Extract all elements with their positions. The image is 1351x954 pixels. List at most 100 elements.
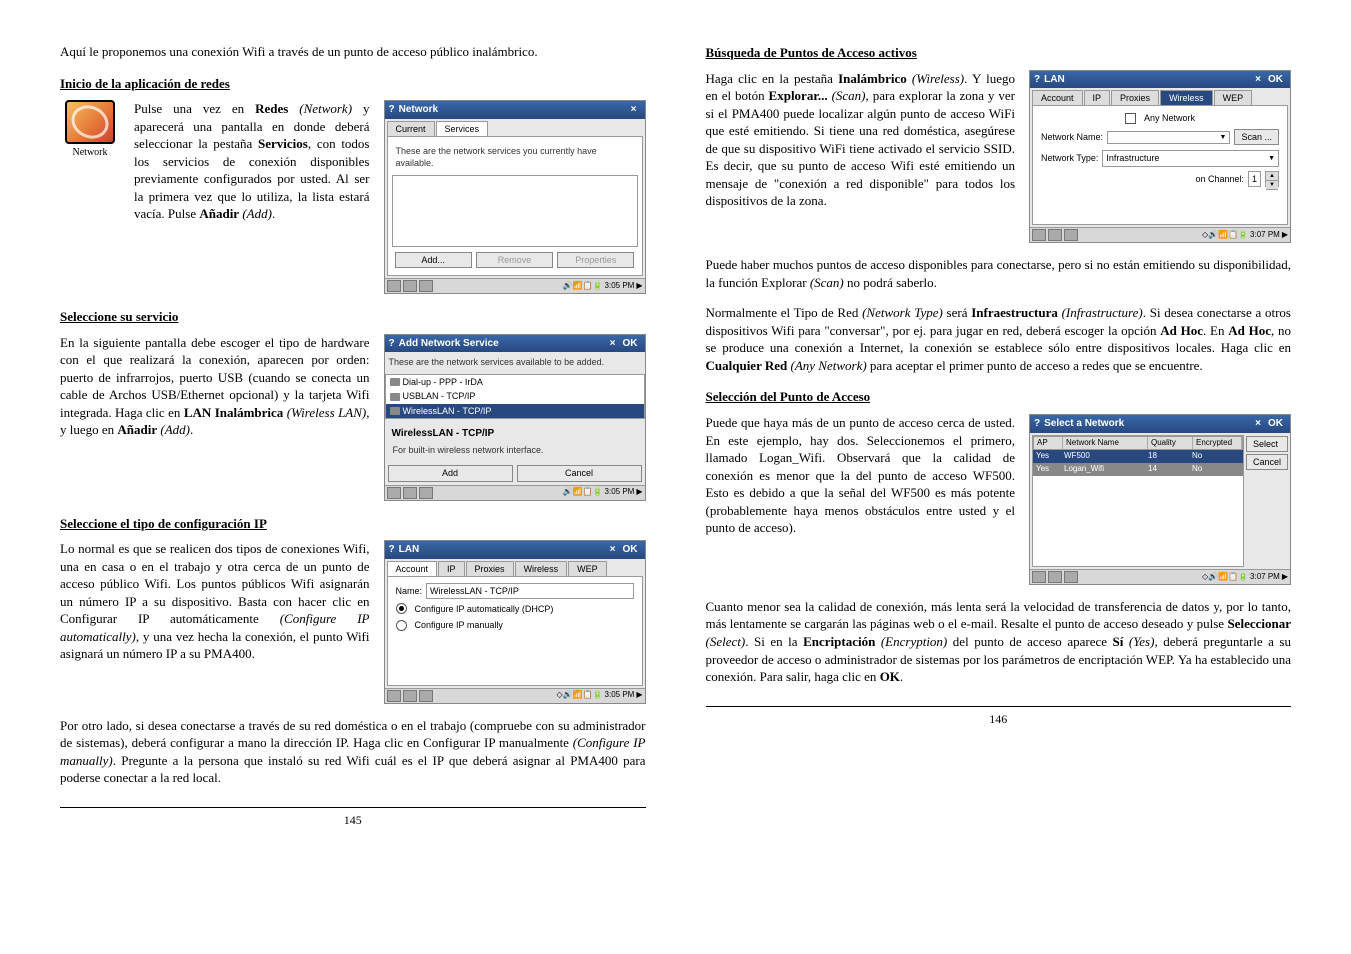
add-svc-msg: These are the network services available… <box>385 352 645 372</box>
network-name-combo[interactable]: ▼ <box>1107 131 1230 144</box>
tab-wep[interactable]: WEP <box>1214 90 1253 105</box>
cancel-button[interactable]: Cancel <box>517 465 642 481</box>
close-icon[interactable]: × <box>606 337 620 351</box>
remove-button[interactable]: Remove <box>476 252 553 268</box>
two-page-spread: Aquí le proponemos una conexión Wifi a t… <box>60 30 1291 828</box>
para-2: En la siguiente pantalla debe escoger el… <box>60 334 370 439</box>
tab-proxies[interactable]: Proxies <box>1111 90 1159 105</box>
help-icon[interactable]: ? <box>1034 417 1040 431</box>
radio-dhcp[interactable]: Configure IP automatically (DHCP) <box>392 601 638 617</box>
page-number: 146 <box>706 706 1292 727</box>
tab-wep[interactable]: WEP <box>568 561 607 576</box>
ok-button[interactable]: OK <box>620 337 641 351</box>
heading-servicio: Seleccione su servicio <box>60 308 646 326</box>
network-name-label: Network Name: <box>1041 131 1103 143</box>
keyboard-icon[interactable] <box>403 280 417 292</box>
network-icon-graphic <box>65 100 115 144</box>
channel-input[interactable]: 1 <box>1248 171 1261 187</box>
para-r2: Puede haber muchos puntos de acceso disp… <box>706 256 1292 291</box>
win-titlebar: ? Select a Network × OK <box>1030 415 1290 433</box>
section-ip: Lo normal es que se realicen dos tipos d… <box>60 540 646 704</box>
help-icon[interactable]: ? <box>1034 73 1040 87</box>
close-icon[interactable]: × <box>1251 73 1265 87</box>
section-seleccion: Puede que haya más de un punto de acceso… <box>706 414 1292 585</box>
taskbar: ◇🔊📶📋🔋 3:07 PM▶ <box>1030 227 1290 242</box>
tray-icons: 🔊📶📋🔋 <box>563 281 603 292</box>
taskbar: ◇🔊📶📋🔋 3:07 PM▶ <box>1030 569 1290 584</box>
ok-button[interactable]: OK <box>1265 73 1286 87</box>
start-icon[interactable] <box>387 280 401 292</box>
network-type-combo[interactable]: Infrastructure▼ <box>1102 150 1279 166</box>
win-titlebar: ? LAN × OK <box>1030 71 1290 89</box>
heading-ip-config: Seleccione el tipo de configuración IP <box>60 515 646 533</box>
tab-ip[interactable]: IP <box>438 561 465 576</box>
close-icon[interactable]: × <box>606 543 620 557</box>
channel-label: on Channel: <box>1195 173 1244 185</box>
table-header: AP Network Name Quality Encrypted <box>1033 436 1243 451</box>
list-item: WirelessLAN - TCP/IP <box>386 404 644 418</box>
win-titlebar: ? Network × <box>385 101 645 119</box>
intro-text: Aquí le proponemos una conexión Wifi a t… <box>60 43 646 61</box>
para-4: Por otro lado, si desea conectarse a tra… <box>60 717 646 787</box>
svc-description: For built-in wireless network interface. <box>389 440 641 460</box>
page-146: Búsqueda de Puntos de Acceso activos Hag… <box>706 30 1292 828</box>
network-icon-label: Network <box>73 147 108 158</box>
page-number: 145 <box>60 807 646 828</box>
list-item: Dial-up - PPP - IrDA <box>386 375 644 389</box>
heading-seleccion: Selección del Punto de Acceso <box>706 388 1292 406</box>
name-label: Name: <box>396 585 423 597</box>
list-item: USBLAN - TCP/IP <box>386 389 644 403</box>
para-r4: Puede que haya más de un punto de acceso… <box>706 414 1016 537</box>
close-icon[interactable]: × <box>627 103 641 117</box>
select-button[interactable]: Select <box>1246 436 1288 452</box>
taskbar: ◇🔊📶📋🔋 3:05 PM▶ <box>385 688 645 703</box>
section-network-icon: Network Pulse una vez en Redes (Network)… <box>60 100 646 294</box>
tab-services[interactable]: Services <box>436 121 489 136</box>
cancel-button[interactable]: Cancel <box>1246 454 1288 470</box>
tab-wireless[interactable]: Wireless <box>515 561 568 576</box>
heading-inicio: Inicio de la aplicación de redes <box>60 75 646 93</box>
add-button[interactable]: Add... <box>395 252 472 268</box>
tab-wireless[interactable]: Wireless <box>1160 90 1213 105</box>
help-icon[interactable]: ? <box>389 103 395 117</box>
tab-current[interactable]: Current <box>387 121 435 136</box>
screenshot-add-service: ? Add Network Service × OK These are the… <box>384 334 646 501</box>
taskbar: 🔊📶📋🔋 3:05 PM▶ <box>385 485 645 500</box>
tab-ip[interactable]: IP <box>1084 90 1111 105</box>
clock: 3:05 PM <box>605 281 635 292</box>
service-options-list[interactable]: Dial-up - PPP - IrDA USBLAN - TCP/IP Wir… <box>385 374 645 418</box>
help-icon[interactable]: ? <box>389 543 395 557</box>
screenshot-select-network: ? Select a Network × OK AP Network Name … <box>1029 414 1291 585</box>
taskbar: 🔊📶📋🔋 3:05 PM ▶ <box>385 278 645 293</box>
any-network-check[interactable]: Any Network <box>1037 110 1283 126</box>
ok-button[interactable]: OK <box>1265 417 1286 431</box>
help-icon[interactable]: ? <box>389 337 395 351</box>
task-icon[interactable] <box>419 280 433 292</box>
tab-account[interactable]: Account <box>387 561 438 576</box>
tab-account[interactable]: Account <box>1032 90 1083 105</box>
para-r3: Normalmente el Tipo de Red (Network Type… <box>706 304 1292 374</box>
name-input[interactable]: WirelessLAN - TCP/IP <box>426 583 633 599</box>
win-titlebar: ? Add Network Service × OK <box>385 335 645 353</box>
section-busqueda: Haga clic en la pestaña Inalámbrico (Wir… <box>706 70 1292 244</box>
add-button[interactable]: Add <box>388 465 513 481</box>
table-row[interactable]: Yes Logan_Wifi 14 No <box>1033 463 1243 476</box>
scan-button[interactable]: Scan ... <box>1234 129 1279 145</box>
para-1: Pulse una vez en Redes (Network) y apare… <box>134 100 370 223</box>
radio-manual[interactable]: Configure IP manually <box>392 617 638 633</box>
services-list[interactable] <box>392 175 638 247</box>
properties-button[interactable]: Properties <box>557 252 634 268</box>
ok-button[interactable]: OK <box>620 543 641 557</box>
channel-spinner[interactable]: ▲▼ <box>1265 171 1279 187</box>
page-145: Aquí le proponemos una conexión Wifi a t… <box>60 30 646 828</box>
tab-proxies[interactable]: Proxies <box>466 561 514 576</box>
close-icon[interactable]: × <box>1251 417 1265 431</box>
screenshot-network: ? Network × Current Services These are t… <box>384 100 646 294</box>
network-app-icon: Network <box>60 100 120 160</box>
screenshot-lan: ? LAN × OK Account IP Proxies Wireless W… <box>384 540 646 704</box>
heading-busqueda: Búsqueda de Puntos de Acceso activos <box>706 44 1292 62</box>
section-servicio: En la siguiente pantalla debe escoger el… <box>60 334 646 501</box>
para-r5: Cuanto menor sea la calidad de conexión,… <box>706 598 1292 686</box>
table-row[interactable]: Yes WF500 18 No <box>1033 450 1243 463</box>
win-titlebar: ? LAN × OK <box>385 541 645 559</box>
